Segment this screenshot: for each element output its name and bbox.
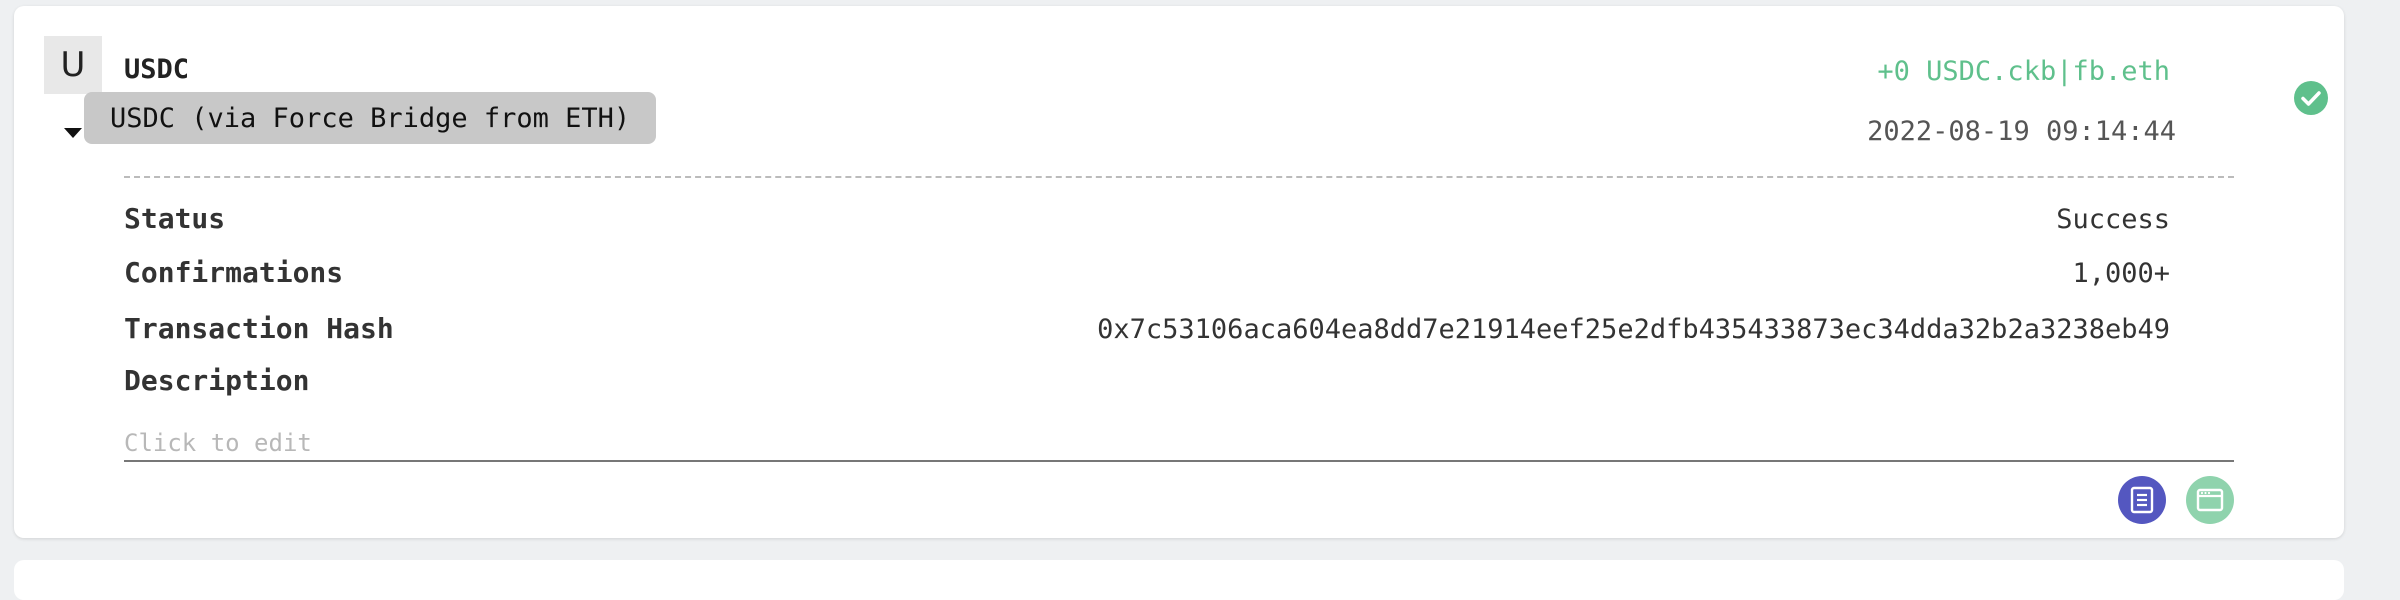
token-avatar: U <box>44 36 102 94</box>
transaction-hash-label: Transaction Hash <box>124 312 394 345</box>
expand-caret-icon[interactable] <box>64 128 82 138</box>
description-input[interactable] <box>124 426 2234 462</box>
transaction-card: U USDC USDC (via Force Bridge from ETH) … <box>14 6 2344 538</box>
status-value: Success <box>2056 204 2170 235</box>
transaction-timestamp: 2022-08-19 09:14:44 <box>1867 116 2176 147</box>
document-icon <box>2130 486 2154 514</box>
transaction-amount: +0 USDC.ckb|fb.eth <box>1877 56 2170 87</box>
token-symbol: USDC <box>124 54 190 85</box>
avatar-letter: U <box>60 45 86 85</box>
view-details-button[interactable] <box>2118 476 2166 524</box>
status-label: Status <box>124 202 226 235</box>
confirmations-value: 1,000+ <box>2072 258 2170 289</box>
description-label: Description <box>124 364 310 397</box>
token-tooltip: USDC (via Force Bridge from ETH) <box>84 92 657 144</box>
check-circle-icon <box>2294 81 2328 115</box>
details-divider <box>124 176 2234 178</box>
browser-window-icon <box>2196 488 2224 512</box>
open-in-explorer-button[interactable] <box>2186 476 2234 524</box>
transaction-hash-value[interactable]: 0x7c53106aca604ea8dd7e21914eef25e2dfb435… <box>1097 314 2170 345</box>
next-transaction-card <box>14 560 2344 600</box>
confirmations-label: Confirmations <box>124 256 344 289</box>
